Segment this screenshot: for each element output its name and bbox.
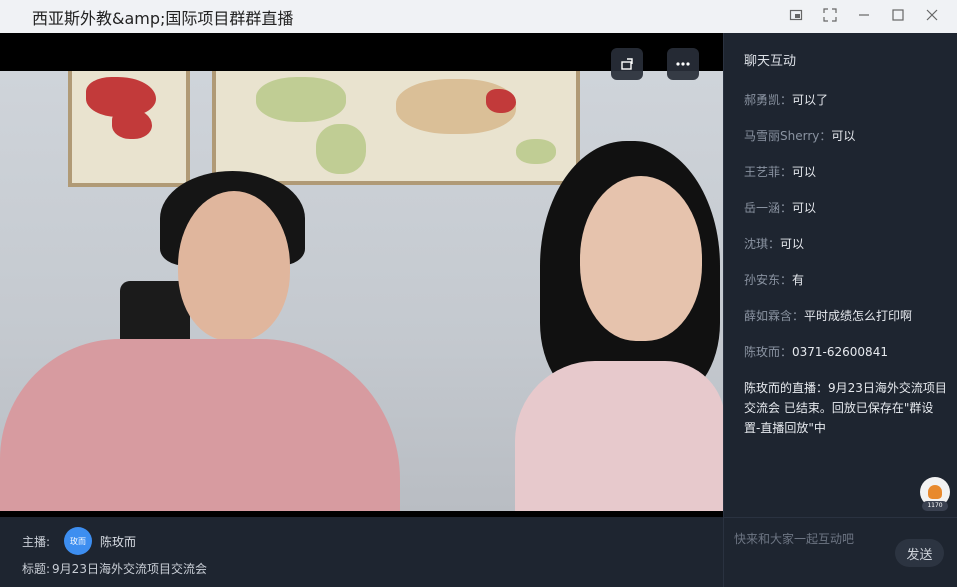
chat-text: 0371-62600841 xyxy=(792,345,888,359)
chat-input-area: 发送 xyxy=(723,517,957,587)
close-icon[interactable] xyxy=(915,0,949,30)
send-button[interactable]: 发送 xyxy=(895,539,944,567)
gift-count: 1170 xyxy=(922,501,948,511)
presenter-right-face xyxy=(580,176,702,341)
flame-icon xyxy=(928,485,942,499)
more-options-button[interactable] xyxy=(667,48,699,80)
system-message: 陈玫而的直播：9月23日海外交流项目交流会 已结束。回放已保存在"群设置-直播回… xyxy=(744,381,947,435)
topic-row: 标题: 9月23日海外交流项目交流会 xyxy=(22,560,207,577)
chat-message: 岳一涵：可以 xyxy=(744,198,949,218)
more-icon xyxy=(676,62,690,66)
host-avatar[interactable]: 玫而 xyxy=(64,527,93,555)
chat-sender: 郝勇凯： xyxy=(744,93,793,107)
topic-text: 9月23日海外交流项目交流会 xyxy=(52,562,207,576)
fullscreen-icon[interactable] xyxy=(813,0,847,30)
chat-text: 可以 xyxy=(792,165,817,179)
maximize-icon[interactable] xyxy=(881,0,915,30)
host-row: 主播: 玫而 陈玫而 xyxy=(22,527,136,555)
presenter-left-face xyxy=(178,191,290,341)
topic-label: 标题: xyxy=(22,562,51,576)
rotate-icon xyxy=(621,58,633,70)
chat-sender: 沈琪： xyxy=(744,237,781,251)
chat-panel: 聊天互动 郝勇凯：可以了 马雪丽Sherry：可以 王艺菲：可以 岳一涵：可以 … xyxy=(723,33,957,517)
chat-text: 可以 xyxy=(831,129,856,143)
host-name: 陈玫而 xyxy=(100,534,137,549)
presenter-right xyxy=(515,361,723,511)
live-video[interactable] xyxy=(0,33,723,517)
chat-message: 陈玫而：0371-62600841 xyxy=(744,342,949,362)
host-label: 主播: xyxy=(22,534,51,549)
chat-message: 郝勇凯：可以了 xyxy=(744,90,949,110)
chat-message: 孙安东：有 xyxy=(744,270,949,290)
chat-message: 马雪丽Sherry：可以 xyxy=(744,126,949,146)
china-map-picture xyxy=(68,71,190,187)
chat-sender: 孙安东： xyxy=(744,273,793,287)
chat-message: 沈琪：可以 xyxy=(744,234,949,254)
chat-input[interactable] xyxy=(734,528,884,550)
world-map-picture xyxy=(212,71,580,185)
chat-sender: 岳一涵： xyxy=(744,201,793,215)
chat-text: 有 xyxy=(792,273,805,287)
chat-sender: 薛如霖含： xyxy=(744,309,805,323)
minimize-icon[interactable] xyxy=(847,0,881,30)
stream-info-bar: 主播: 玫而 陈玫而 标题: 9月23日海外交流项目交流会 xyxy=(0,517,723,587)
rotate-button[interactable] xyxy=(611,48,643,80)
window-title: 西亚斯外教&amp;国际项目群群直播 xyxy=(32,9,294,28)
chat-sender: 马雪丽Sherry： xyxy=(744,129,832,143)
title-bar: 西亚斯外教&amp;国际项目群群直播 xyxy=(0,0,957,33)
window-controls xyxy=(779,0,949,30)
chat-text: 平时成绩怎么打印啊 xyxy=(804,309,913,323)
popout-icon[interactable] xyxy=(779,0,813,30)
chat-message: 王艺菲：可以 xyxy=(744,162,949,182)
presenter-left xyxy=(0,339,400,511)
chat-text: 可以 xyxy=(792,201,817,215)
video-frame xyxy=(0,71,723,511)
chat-message: 薛如霖含：平时成绩怎么打印啊 xyxy=(744,306,949,326)
chat-text: 可以了 xyxy=(792,93,829,107)
chat-title: 聊天互动 xyxy=(744,54,797,69)
chat-sender: 王艺菲： xyxy=(744,165,793,179)
gift-button[interactable]: 1170 xyxy=(920,477,950,511)
chat-sender: 陈玫而： xyxy=(744,345,793,359)
chat-text: 可以 xyxy=(780,237,805,251)
